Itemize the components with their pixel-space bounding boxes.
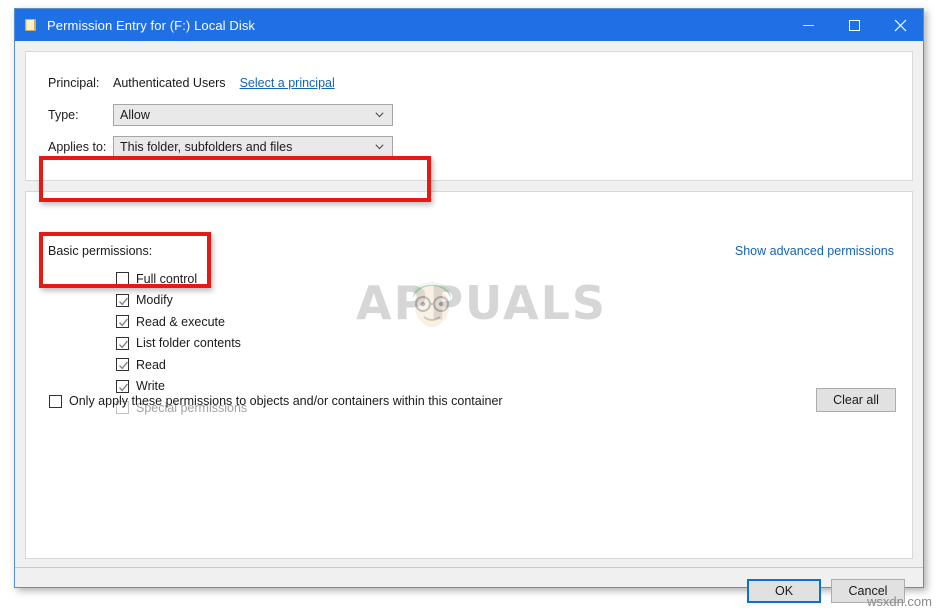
close-button[interactable]	[877, 9, 923, 41]
type-dropdown-value: Allow	[120, 108, 150, 122]
clear-all-button[interactable]: Clear all	[816, 388, 896, 412]
permission-row-read[interactable]: Read	[116, 354, 247, 375]
check-icon	[118, 296, 129, 307]
caption-buttons	[785, 9, 923, 41]
permission-checkbox-1[interactable]	[116, 293, 129, 307]
permission-row-full-control[interactable]: Full control	[116, 268, 247, 289]
principal-panel: Principal: Authenticated Users Select a …	[25, 51, 913, 181]
applies-to-dropdown-value: This folder, subfolders and files	[120, 140, 293, 154]
type-row: Type: Allow	[48, 104, 393, 126]
permission-checkbox-4[interactable]	[116, 358, 129, 371]
minimize-button[interactable]	[785, 9, 831, 41]
permission-checkbox-3[interactable]	[116, 336, 129, 350]
permission-row-read-execute[interactable]: Read & execute	[116, 311, 247, 332]
folder-icon	[25, 18, 38, 32]
permission-checkbox-0[interactable]	[116, 272, 129, 285]
basic-permissions-label: Basic permissions:	[48, 244, 153, 258]
permission-label-1: Modify	[136, 293, 173, 307]
footer-separator	[15, 567, 923, 568]
maximize-button[interactable]	[831, 9, 877, 41]
only-apply-label: Only apply these permissions to objects …	[69, 394, 503, 408]
wsxdn-watermark: wsxdn.com	[866, 594, 932, 609]
applies-to-row: Applies to: This folder, subfolders and …	[48, 136, 393, 158]
permissions-panel: Basic permissions: Show advanced permiss…	[25, 191, 913, 559]
permission-checkbox-2[interactable]	[116, 315, 129, 328]
permission-label-2: Read & execute	[136, 314, 225, 329]
permission-checkbox-5[interactable]	[116, 379, 129, 393]
chevron-down-icon	[375, 112, 384, 118]
check-icon	[118, 317, 129, 328]
type-label: Type:	[48, 108, 79, 122]
permission-label-5: Write	[136, 379, 165, 393]
applies-to-label: Applies to:	[48, 140, 107, 154]
type-dropdown[interactable]: Allow	[113, 104, 393, 126]
permission-row-modify[interactable]: Modify	[116, 290, 247, 311]
check-icon	[118, 339, 129, 350]
chevron-down-icon	[375, 144, 384, 150]
only-apply-row[interactable]: Only apply these permissions to objects …	[49, 394, 503, 408]
principal-value: Authenticated Users	[113, 76, 226, 90]
permission-entry-dialog: Permission Entry for (F:) Local Disk Pri…	[14, 8, 924, 603]
only-apply-checkbox[interactable]	[49, 394, 62, 408]
check-icon	[118, 382, 129, 393]
principal-row: Principal: Authenticated Users Select a …	[48, 72, 335, 94]
principal-label: Principal:	[48, 76, 100, 90]
show-advanced-permissions-link[interactable]: Show advanced permissions	[735, 244, 894, 258]
permission-label-0: Full control	[136, 271, 198, 286]
select-a-principal-link[interactable]: Select a principal	[240, 76, 335, 90]
window-title: Permission Entry for (F:) Local Disk	[47, 17, 256, 33]
applies-to-dropdown[interactable]: This folder, subfolders and files	[113, 136, 393, 158]
permission-row-list-folder-contents[interactable]: List folder contents	[116, 333, 247, 354]
close-icon	[894, 19, 906, 31]
dialog-body: Principal: Authenticated Users Select a …	[15, 41, 923, 603]
title-bar: Permission Entry for (F:) Local Disk	[15, 9, 923, 41]
maximize-icon	[848, 19, 860, 31]
check-icon	[118, 360, 129, 371]
permission-label-4: Read	[136, 357, 166, 372]
permission-label-3: List folder contents	[136, 336, 241, 350]
ok-button[interactable]: OK	[747, 579, 821, 603]
minimize-icon	[802, 24, 814, 26]
